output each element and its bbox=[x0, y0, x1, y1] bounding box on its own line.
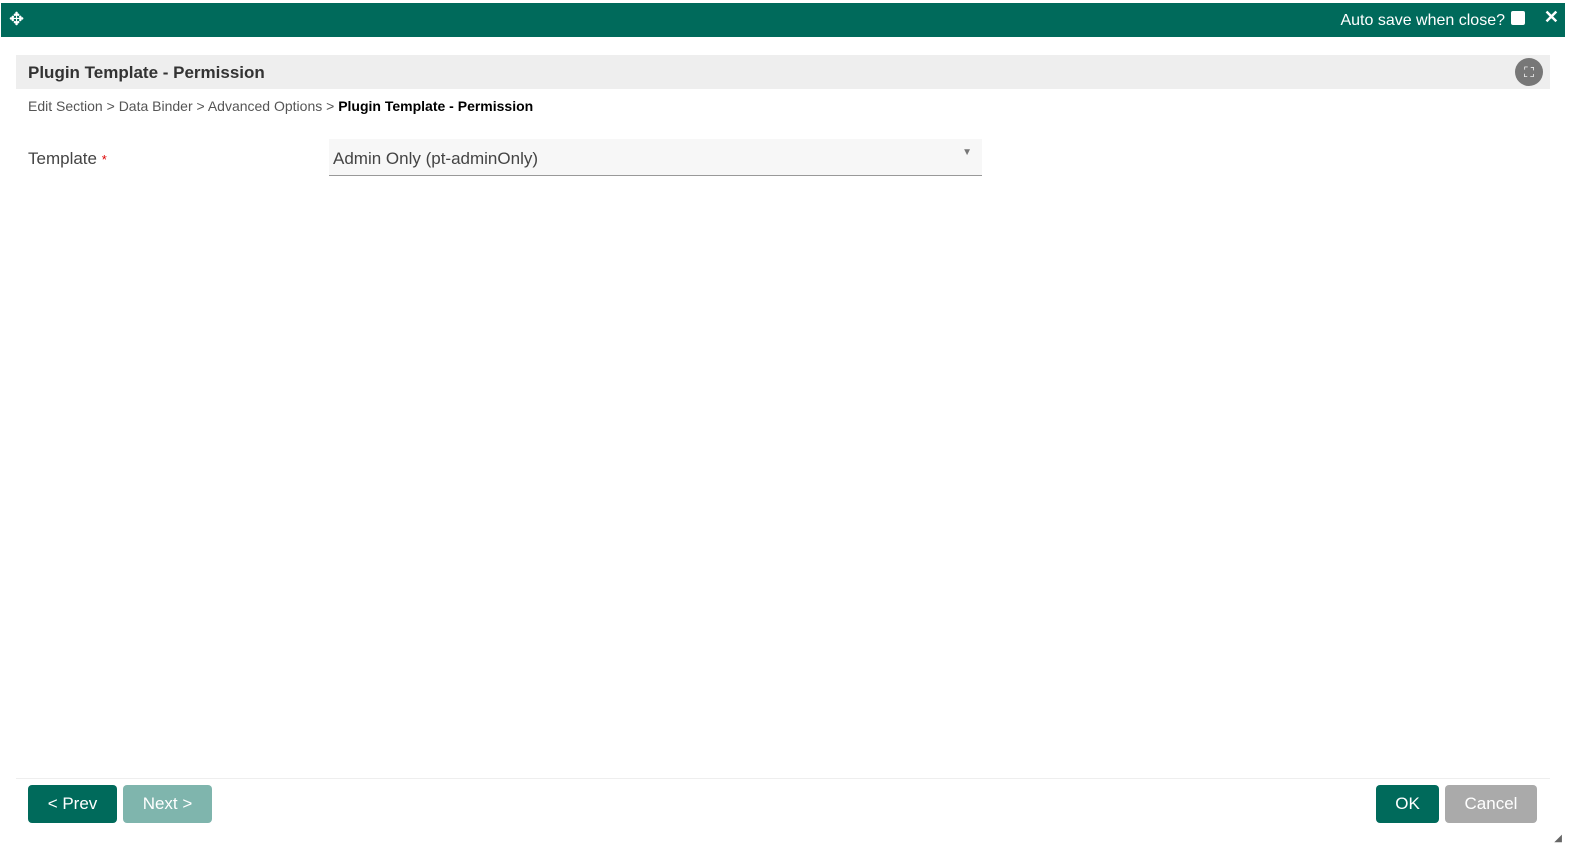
breadcrumb-separator: > bbox=[196, 98, 205, 114]
move-icon[interactable]: ✥ bbox=[9, 9, 24, 30]
prev-button[interactable]: < Prev bbox=[28, 785, 117, 823]
template-select[interactable]: Admin Only (pt-adminOnly) ▼ bbox=[329, 139, 982, 176]
autosave-toggle[interactable]: Auto save when close? bbox=[1340, 11, 1525, 30]
next-button[interactable]: Next > bbox=[123, 785, 212, 823]
chevron-down-icon: ▼ bbox=[962, 147, 972, 158]
breadcrumb-separator: > bbox=[326, 98, 335, 114]
cancel-button[interactable]: Cancel bbox=[1445, 785, 1537, 823]
breadcrumb: Edit Section > Data Binder > Advanced Op… bbox=[28, 98, 533, 114]
fullscreen-icon[interactable]: ⛶ bbox=[1515, 58, 1543, 86]
autosave-checkbox[interactable] bbox=[1511, 11, 1525, 25]
breadcrumb-current: Plugin Template - Permission bbox=[338, 98, 534, 114]
autosave-label: Auto save when close? bbox=[1340, 12, 1505, 29]
template-label-text: Template bbox=[28, 149, 97, 168]
template-label: Template * bbox=[28, 149, 107, 169]
dialog-titlebar[interactable]: ✥ Auto save when close? ✕ bbox=[1, 3, 1565, 37]
resize-handle-icon[interactable]: ◢ bbox=[1554, 833, 1562, 844]
ok-button[interactable]: OK bbox=[1376, 785, 1439, 823]
section-header: Plugin Template - Permission ⛶ bbox=[16, 55, 1550, 89]
breadcrumb-item[interactable]: Advanced Options bbox=[208, 98, 322, 114]
template-select-value: Admin Only (pt-adminOnly) bbox=[333, 149, 539, 168]
breadcrumb-separator: > bbox=[106, 98, 115, 114]
breadcrumb-item[interactable]: Edit Section bbox=[28, 98, 103, 114]
footer-divider bbox=[16, 778, 1550, 779]
breadcrumb-item[interactable]: Data Binder bbox=[119, 98, 193, 114]
required-mark: * bbox=[101, 152, 107, 167]
close-icon[interactable]: ✕ bbox=[1544, 7, 1559, 28]
page-title: Plugin Template - Permission bbox=[28, 63, 265, 82]
